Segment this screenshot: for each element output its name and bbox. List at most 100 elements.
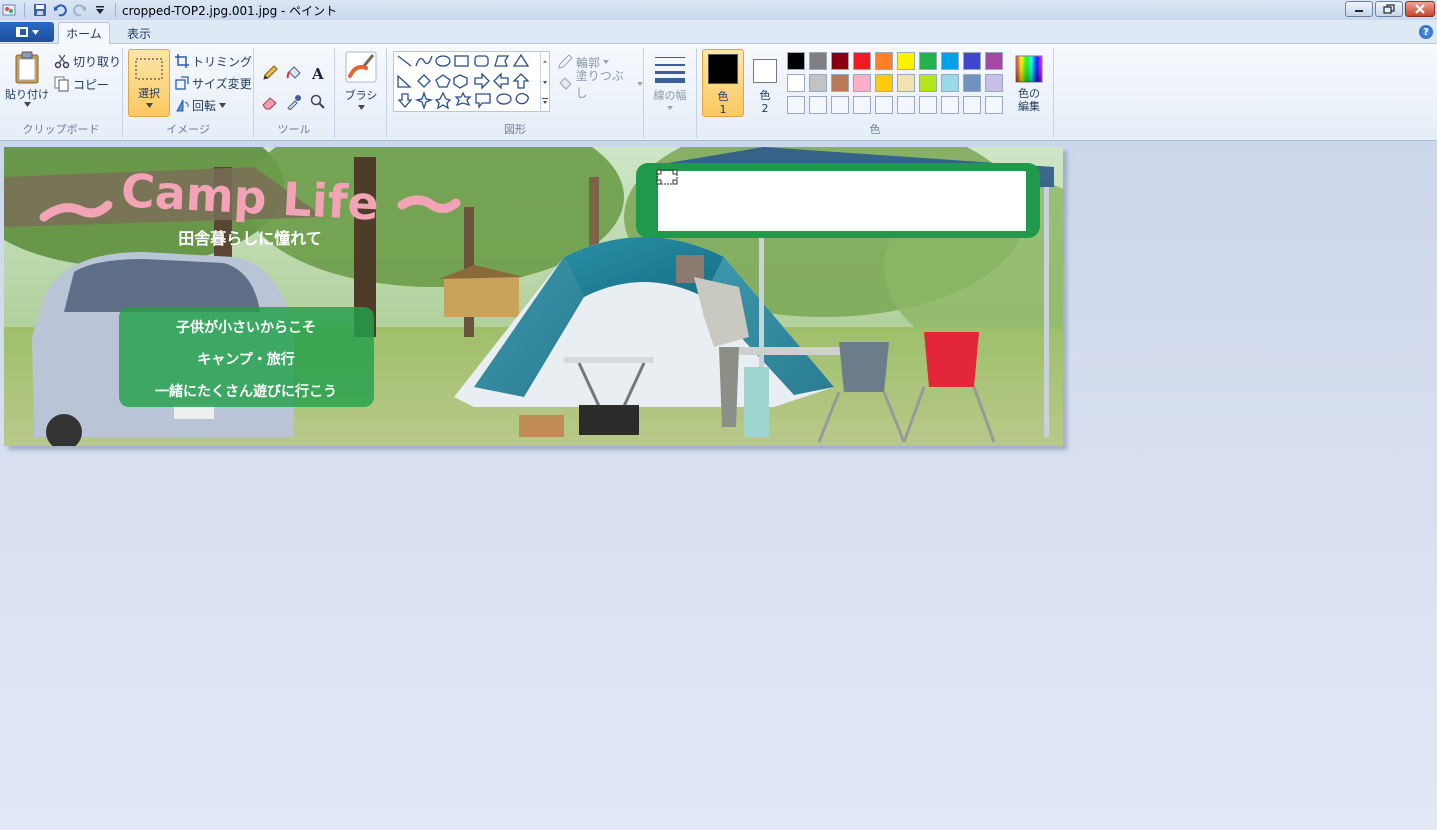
clipboard-icon	[15, 51, 39, 84]
custom-color-slot[interactable]	[941, 96, 959, 114]
magnifier-tool[interactable]	[307, 91, 328, 112]
pencil-tool[interactable]	[259, 62, 280, 83]
chevron-down-icon	[219, 102, 227, 108]
size-button[interactable]: 線の幅	[650, 54, 690, 110]
cut-button[interactable]: 切り取り	[54, 52, 121, 70]
palette-swatch[interactable]	[985, 74, 1003, 92]
save-icon[interactable]	[33, 3, 47, 17]
shapes-group: 輪郭 塗りつぶし 図形	[387, 48, 644, 138]
select-rect-icon	[135, 58, 163, 80]
edit-colors-button[interactable]: 色の 編集	[1009, 49, 1049, 117]
palette-swatch[interactable]	[787, 52, 805, 70]
color2-number: 2	[761, 102, 769, 115]
custom-color-slot[interactable]	[919, 96, 937, 114]
palette-swatch[interactable]	[963, 52, 981, 70]
qat-separator	[24, 3, 25, 17]
color2-button[interactable]: 色 2	[748, 49, 782, 117]
rotate-button[interactable]: 回転	[175, 96, 227, 114]
custom-color-slot[interactable]	[787, 96, 805, 114]
customize-dropdown-icon[interactable]	[93, 3, 107, 17]
palette-swatch[interactable]	[919, 52, 937, 70]
resize-icon	[175, 76, 189, 90]
fill-tool[interactable]	[283, 62, 304, 83]
chevron-down-icon	[31, 29, 39, 35]
palette-swatch[interactable]	[831, 74, 849, 92]
clipboard-group: 貼り付け 切り取り コピー クリップボード	[0, 48, 123, 138]
brush-icon	[345, 51, 377, 83]
resize-button[interactable]: サイズ変更	[175, 74, 252, 92]
color1-swatch	[708, 54, 738, 84]
paint-menu-button[interactable]	[0, 22, 54, 42]
size-label: 線の幅	[653, 89, 687, 102]
palette-swatch[interactable]	[941, 52, 959, 70]
close-button[interactable]	[1405, 1, 1435, 17]
color-picker-tool[interactable]	[283, 91, 304, 112]
color2-swatch	[753, 59, 777, 83]
fill-button[interactable]: 塗りつぶし	[557, 69, 643, 100]
chevron-down-icon	[637, 82, 643, 86]
custom-color-slot[interactable]	[809, 96, 827, 114]
text-a-icon: A	[311, 65, 324, 81]
paste-label: 貼り付け	[5, 88, 49, 101]
chevron-down-icon	[357, 105, 365, 110]
custom-color-slot[interactable]	[963, 96, 981, 114]
palette-swatch[interactable]	[963, 74, 981, 92]
palette-swatch[interactable]	[831, 52, 849, 70]
custom-color-slot[interactable]	[897, 96, 915, 114]
ribbon-tabs: ホーム 表示 ?	[0, 20, 1437, 44]
tab-view[interactable]: 表示	[118, 22, 160, 44]
color1-button[interactable]: 色 1	[702, 49, 744, 117]
palette-swatch[interactable]	[875, 52, 893, 70]
palette-swatch[interactable]	[897, 52, 915, 70]
palette-swatch[interactable]	[809, 74, 827, 92]
crop-button[interactable]: トリミング	[175, 52, 252, 70]
brushes-button[interactable]: ブラシ	[341, 50, 381, 110]
custom-color-slot[interactable]	[875, 96, 893, 114]
rainbow-palette-icon	[1015, 55, 1043, 83]
palette-swatch[interactable]	[875, 74, 893, 92]
chevron-down-icon	[145, 103, 153, 108]
restore-button[interactable]	[1375, 1, 1403, 17]
size-group: 線の幅	[644, 48, 697, 138]
palette-swatch[interactable]	[897, 74, 915, 92]
minimize-button[interactable]	[1345, 1, 1373, 17]
color1-label: 色	[717, 90, 729, 103]
shapes-group-label: 図形	[504, 123, 526, 136]
palette-swatch[interactable]	[985, 52, 1003, 70]
redo-icon[interactable]	[73, 3, 87, 17]
rotate-label: 回転	[192, 98, 217, 113]
custom-color-slot[interactable]	[853, 96, 871, 114]
text-tool[interactable]: A	[307, 62, 328, 83]
undo-icon[interactable]	[53, 3, 67, 17]
window-controls	[1345, 1, 1435, 17]
line-width-icon	[655, 57, 685, 83]
palette-swatch[interactable]	[787, 74, 805, 92]
palette-swatch[interactable]	[853, 52, 871, 70]
paint-app-icon[interactable]	[2, 3, 16, 17]
image-canvas[interactable]: Camp Life 田舎暮らしに憧れて 子供が小さいからこそ キャンプ・旅行 一…	[4, 147, 1063, 446]
resize-label: サイズ変更	[192, 76, 252, 91]
fill-bucket-icon	[559, 77, 572, 90]
palette-swatch[interactable]	[941, 74, 959, 92]
quick-access-toolbar	[0, 0, 118, 20]
color1-number: 1	[719, 103, 727, 116]
palette-swatch[interactable]	[853, 74, 871, 92]
tab-home[interactable]: ホーム	[58, 22, 110, 44]
window-title: cropped-TOP2.jpg.001.jpg - ペイント	[122, 3, 338, 18]
banner-subtitle: 田舎暮らしに憧れて	[178, 229, 322, 248]
palette-swatch[interactable]	[809, 52, 827, 70]
eraser-tool[interactable]	[259, 91, 280, 112]
shapes-scrollbar[interactable]	[540, 51, 549, 112]
chevron-down-icon	[667, 106, 673, 110]
palette-swatch[interactable]	[919, 74, 937, 92]
camp-photo: Camp Life 田舎暮らしに憧れて 子供が小さいからこそ キャンプ・旅行 一…	[4, 147, 1063, 446]
copy-label: コピー	[73, 77, 110, 92]
custom-color-slot[interactable]	[831, 96, 849, 114]
canvas-workspace[interactable]: Camp Life 田舎暮らしに憧れて 子供が小さいからこそ キャンプ・旅行 一…	[0, 141, 1437, 830]
paste-button[interactable]: 貼り付け	[4, 50, 50, 107]
copy-button[interactable]: コピー	[54, 75, 109, 93]
help-icon[interactable]: ?	[1419, 25, 1433, 39]
copy-icon	[54, 76, 69, 92]
select-button[interactable]: 選択	[128, 49, 170, 117]
custom-color-slot[interactable]	[985, 96, 1003, 114]
